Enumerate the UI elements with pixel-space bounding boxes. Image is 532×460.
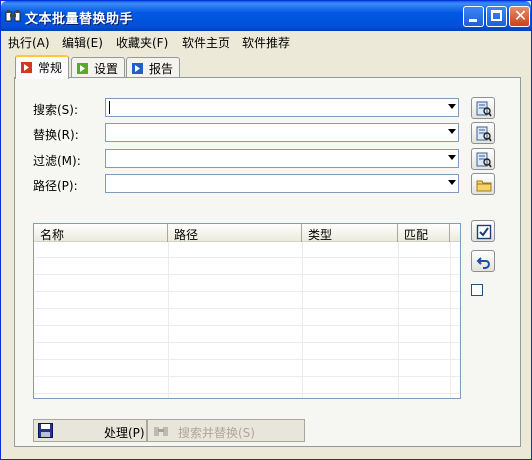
table-row xyxy=(34,378,460,394)
tab-general[interactable]: 常规 xyxy=(15,55,70,79)
search-replace-button[interactable]: 搜索并替换(S) xyxy=(147,419,305,442)
table-row xyxy=(34,276,460,292)
chevron-down-icon[interactable] xyxy=(448,129,456,134)
table-row xyxy=(34,242,460,258)
results-list[interactable]: 名称 路径 类型 匹配 xyxy=(33,223,461,399)
replace-pick-button[interactable] xyxy=(471,122,495,144)
save-icon xyxy=(38,423,53,441)
folder-icon xyxy=(476,180,492,192)
column-type[interactable]: 类型 xyxy=(302,224,398,242)
app-icon xyxy=(5,9,21,23)
menu-favorites[interactable]: 收藏夹(F) xyxy=(116,34,168,51)
tab-general-label: 常规 xyxy=(38,61,63,75)
undo-button[interactable] xyxy=(471,250,495,272)
chevron-down-icon[interactable] xyxy=(448,104,456,109)
browse-replace-icon xyxy=(476,126,492,142)
arrow-green-icon xyxy=(77,63,88,74)
process-label: 处理(P) xyxy=(104,426,145,440)
search-label: 搜索(S): xyxy=(33,103,79,117)
chevron-down-icon[interactable] xyxy=(448,180,456,185)
table-row xyxy=(34,259,460,275)
browse-folder-button[interactable] xyxy=(471,173,495,195)
checkbox-checked-icon xyxy=(476,224,492,240)
search-combo[interactable] xyxy=(105,98,459,117)
filter-combo[interactable] xyxy=(105,149,459,168)
path-label: 路径(P): xyxy=(33,179,78,193)
table-row xyxy=(34,344,460,360)
search-pick-button[interactable] xyxy=(471,97,495,119)
column-name[interactable]: 名称 xyxy=(34,224,168,242)
arrow-blue-icon xyxy=(132,63,143,74)
arrow-red-icon xyxy=(21,62,32,73)
title-bar[interactable]: 文本批量替换助手 ✕ xyxy=(1,1,531,31)
chevron-down-icon[interactable] xyxy=(448,155,456,160)
main-window: 文本批量替换助手 ✕ 执行(A) 编辑(E) 收藏夹(F) 软件主页 软件推荐 … xyxy=(0,0,532,460)
minimize-button[interactable] xyxy=(463,6,484,27)
menu-edit[interactable]: 编辑(E) xyxy=(62,34,103,51)
tab-report-label: 报告 xyxy=(149,62,174,76)
process-button[interactable]: 处理(P) xyxy=(33,419,147,442)
table-row xyxy=(34,310,460,326)
menu-bar: 执行(A) 编辑(E) 收藏夹(F) 软件主页 软件推荐 xyxy=(1,31,531,51)
close-icon: ✕ xyxy=(513,6,528,25)
table-row xyxy=(34,361,460,377)
replace-label: 替换(R): xyxy=(33,128,79,142)
check-all-button[interactable] xyxy=(471,220,495,242)
option-checkbox[interactable] xyxy=(471,284,483,296)
tab-settings-label: 设置 xyxy=(94,62,119,76)
minimize-icon xyxy=(469,19,477,22)
list-header: 名称 路径 类型 匹配 xyxy=(34,224,460,242)
filter-pick-button[interactable] xyxy=(471,148,495,170)
window-title: 文本批量替换助手 xyxy=(25,12,134,27)
table-row xyxy=(34,293,460,309)
maximize-button[interactable] xyxy=(486,6,507,27)
path-combo[interactable] xyxy=(105,174,459,193)
menu-homepage[interactable]: 软件主页 xyxy=(182,34,230,51)
menu-execute[interactable]: 执行(A) xyxy=(8,34,50,51)
menu-recommend[interactable]: 软件推荐 xyxy=(242,34,290,51)
tab-report[interactable]: 报告 xyxy=(126,57,181,77)
undo-icon xyxy=(476,257,490,269)
search-replace-label: 搜索并替换(S) xyxy=(178,426,255,440)
table-row xyxy=(34,327,460,343)
text-caret xyxy=(109,101,110,114)
browse-filter-icon xyxy=(476,152,492,168)
binoculars-icon xyxy=(153,424,169,441)
tab-settings[interactable]: 设置 xyxy=(71,57,126,77)
close-button[interactable]: ✕ xyxy=(509,6,530,27)
browse-search-icon xyxy=(476,101,492,117)
column-path[interactable]: 路径 xyxy=(168,224,302,242)
maximize-icon xyxy=(491,10,502,21)
replace-combo[interactable] xyxy=(105,123,459,142)
column-match[interactable]: 匹配 xyxy=(398,224,450,242)
filter-label: 过滤(M): xyxy=(33,154,81,168)
